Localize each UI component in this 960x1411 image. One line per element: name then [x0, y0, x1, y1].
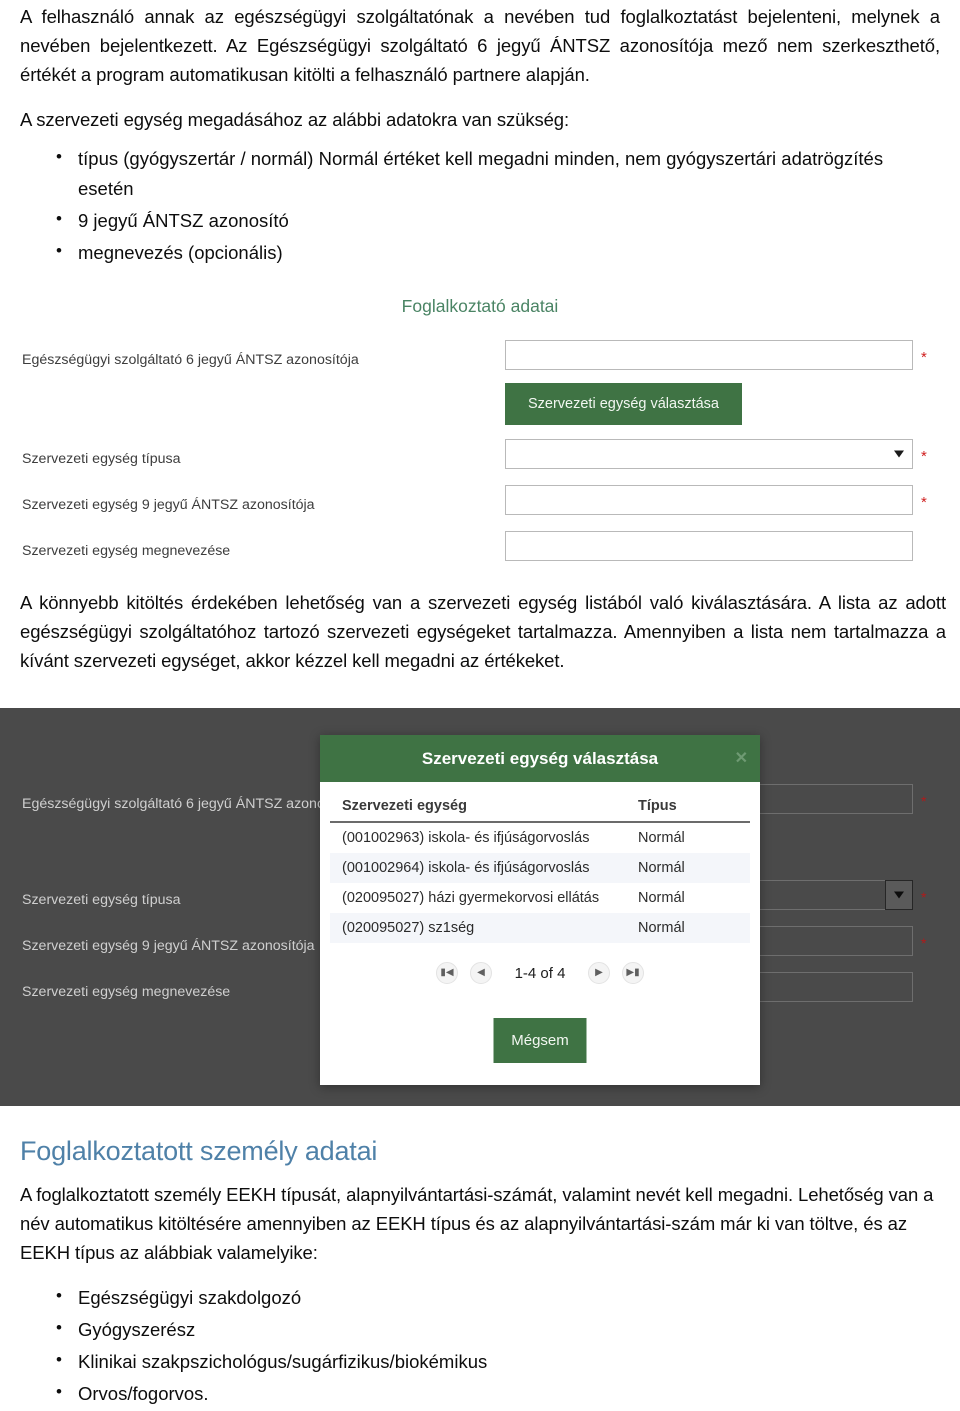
- employer-form-screenshot: Foglalkoztató adatai Egészségügyi szolgá…: [0, 292, 960, 577]
- field-label-unit-id: Szervezeti egység 9 jegyű ÁNTSZ azonosít…: [22, 497, 315, 513]
- list-item: Orvos/fogorvos.: [20, 1378, 940, 1409]
- bg-field-label-unit-type: Szervezeti egység típusa: [22, 892, 181, 908]
- cell-type: Normál: [638, 830, 685, 846]
- list-help-block: A könnyebb kitöltés érdekében lehetőség …: [20, 588, 946, 676]
- required-asterisk: *: [921, 448, 927, 465]
- person-types-block: Egészségügyi szakdolgozó Gyógyszerész Kl…: [20, 1282, 940, 1411]
- dialog-body: Szervezeti egység Típus (001002963) isko…: [320, 782, 760, 984]
- requirements-intro: A szervezeti egység megadásához az alább…: [20, 109, 570, 130]
- prev-page-icon[interactable]: ◀: [470, 962, 492, 984]
- chevron-down-icon: [885, 880, 913, 910]
- bg-required-asterisk: *: [921, 793, 927, 809]
- person-paragraph-block: A foglalkoztatott személy EEKH típusát, …: [20, 1180, 948, 1268]
- requirements-block: A szervezeti egység megadásához az alább…: [20, 105, 940, 270]
- unit-name-input[interactable]: [505, 531, 913, 561]
- table-header-row: Szervezeti egység Típus: [330, 792, 750, 823]
- table-pager: ▮◀ ◀ 1-4 of 4 ▶ ▶▮: [330, 962, 750, 984]
- unit-table: Szervezeti egység Típus (001002963) isko…: [330, 792, 750, 943]
- field-label-unit-type: Szervezeti egység típusa: [22, 451, 181, 467]
- cell-type: Normál: [638, 860, 685, 876]
- requirements-list: típus (gyógyszertár / normál) Normál ért…: [20, 143, 940, 268]
- bg-required-asterisk: *: [921, 889, 927, 905]
- list-help-paragraph: A könnyebb kitöltés érdekében lehetőség …: [20, 592, 946, 672]
- unit-picker-screenshot: Egészségügyi szolgáltató 6 jegyű ÁNTSZ a…: [0, 708, 960, 1106]
- document-page: A felhasználó annak az egészségügyi szol…: [0, 0, 960, 1411]
- cell-unit: (020095027) házi gyermekorvosi ellátás: [342, 890, 600, 906]
- table-row[interactable]: (001002964) iskola- és ifjúságorvoslás N…: [330, 853, 750, 883]
- first-page-icon[interactable]: ▮◀: [436, 962, 458, 984]
- table-row[interactable]: (020095027) házi gyermekorvosi ellátás N…: [330, 883, 750, 913]
- list-item: Klinikai szakpszichológus/sugárfizikus/b…: [20, 1346, 940, 1377]
- page-title: Foglalkoztatott személy adatai: [20, 1136, 378, 1166]
- intro-paragraph: A felhasználó annak az egészségügyi szol…: [20, 6, 940, 86]
- list-item: megnevezés (opcionális): [20, 237, 940, 268]
- list-item: Gyógyszerész: [20, 1314, 940, 1345]
- form-title: Foglalkoztató adatai: [401, 296, 559, 316]
- column-header-type: Típus: [632, 792, 750, 823]
- list-item: Egészségügyi szakdolgozó: [20, 1282, 940, 1313]
- next-page-icon[interactable]: ▶: [588, 962, 610, 984]
- close-icon[interactable]: ✕: [735, 750, 748, 767]
- bg-field-label-unit-id: Szervezeti egység 9 jegyű ÁNTSZ azonosít…: [22, 938, 315, 954]
- cell-unit: (001002964) iskola- és ifjúságorvoslás: [342, 860, 590, 876]
- cell-type: Normál: [638, 890, 685, 906]
- unit-picker-dialog: Szervezeti egység választása ✕ Szervezet…: [320, 735, 760, 1085]
- column-header-unit: Szervezeti egység: [330, 792, 632, 823]
- pager-label: 1-4 of 4: [514, 964, 566, 982]
- list-item: típus (gyógyszertár / normál) Normál ért…: [20, 143, 940, 204]
- table-row[interactable]: (020095027) sz1ség Normál: [330, 913, 750, 943]
- cell-unit: (020095027) sz1ség: [342, 920, 475, 936]
- required-asterisk: *: [921, 494, 927, 511]
- last-page-icon[interactable]: ▶▮: [622, 962, 644, 984]
- cancel-button[interactable]: Mégsem: [493, 1018, 587, 1063]
- bg-field-label-provider-id: Egészségügyi szolgáltató 6 jegyű ÁNTSZ a…: [22, 796, 359, 812]
- dialog-title: Szervezeti egység választása: [421, 748, 659, 768]
- cell-unit: (001002963) iskola- és ifjúságorvoslás: [342, 830, 590, 846]
- unit-type-select[interactable]: [505, 439, 913, 469]
- bg-field-label-unit-name: Szervezeti egység megnevezése: [22, 984, 231, 1000]
- dialog-header: Szervezeti egység választása ✕: [320, 735, 760, 782]
- field-label-provider-id: Egészségügyi szolgáltató 6 jegyű ÁNTSZ a…: [22, 352, 359, 368]
- cell-type: Normál: [638, 920, 685, 936]
- unit-id-input[interactable]: [505, 485, 913, 515]
- chevron-down-icon: [894, 450, 904, 458]
- intro-paragraph-block: A felhasználó annak az egészségügyi szol…: [20, 2, 940, 90]
- person-paragraph: A foglalkoztatott személy EEKH típusát, …: [20, 1184, 934, 1264]
- bg-required-asterisk: *: [921, 935, 927, 951]
- table-row[interactable]: (001002963) iskola- és ifjúságorvoslás N…: [330, 822, 750, 853]
- required-asterisk: *: [921, 349, 927, 366]
- choose-unit-button[interactable]: Szervezeti egység választása: [505, 383, 742, 425]
- field-label-unit-name: Szervezeti egység megnevezése: [22, 543, 231, 559]
- list-item: 9 jegyű ÁNTSZ azonosító: [20, 205, 940, 236]
- person-types-list: Egészségügyi szakdolgozó Gyógyszerész Kl…: [20, 1282, 940, 1409]
- provider-id-input[interactable]: [505, 340, 913, 370]
